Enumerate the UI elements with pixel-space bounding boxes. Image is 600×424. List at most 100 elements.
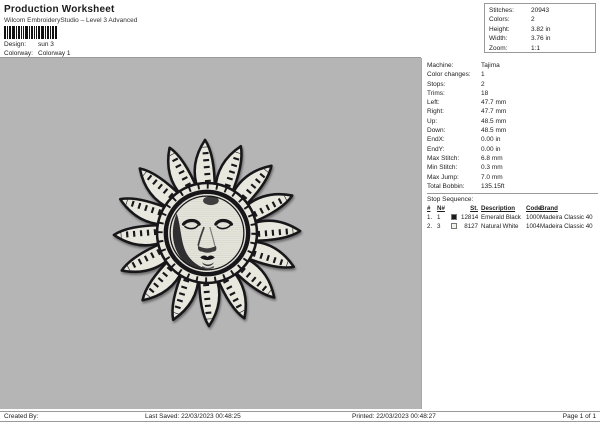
info-value: 1 [481,71,485,79]
summary-value: 1:1 [531,44,541,52]
info-value: 48.5 mm [481,127,507,135]
info-label: Stops: [427,80,446,88]
info-label: Up: [427,117,438,125]
summary-value: 20943 [531,7,550,14]
summary-label: Zoom: [489,44,508,52]
info-value: 0.3 mm [481,164,503,172]
info-label: Trims: [427,89,445,97]
design-label: Design: [4,41,27,48]
info-label: Min Stitch: [427,164,458,172]
summary-row: Height: 3.82 in [489,25,595,34]
needle-num: 3 [437,222,441,230]
table-row: 2. 3 8127 Natural White 1004 Madeira Cla… [427,223,598,232]
table-header-row: # N# St. Description Code Brand [427,205,598,214]
info-row: Up: 48.5 mm [427,117,598,126]
info-value: 2 [481,80,485,88]
stitch-count: 12814 [461,213,479,221]
colorway-value: Colorway 1 [38,50,71,57]
thread-description: Emerald Black [481,213,521,221]
info-label: EndX: [427,136,445,144]
summary-value: 2 [531,16,535,24]
thread-color-swatch [451,223,457,230]
summary-row: Width: 3.76 in [489,34,595,43]
last-saved-text: Last Saved: 22/03/2023 00:48:25 [145,413,241,420]
col-header-needle: N# [437,205,445,213]
summary-label: Height: [489,25,510,33]
design-value: sun 3 [38,41,54,48]
info-value: 48.5 mm [481,117,507,125]
info-label: Max Stitch: [427,154,460,162]
thread-description: Natural White [481,222,519,230]
info-row: Color changes: 1 [427,70,598,79]
info-value: 18 [481,89,489,97]
info-value: 135.15ft [481,182,505,190]
design-name-row: Design: sun 3 [4,41,54,48]
info-label: Down: [427,127,446,135]
col-header-description: Description [481,205,516,213]
summary-label: Width: [489,35,508,43]
summary-row: Stitches: 20943 [489,6,595,15]
printed-text: Printed: 22/03/2023 00:48:27 [352,413,436,420]
summary-value: 3.82 in [531,25,551,33]
info-row: Stops: 2 [427,80,598,89]
needle-num: 1 [437,213,441,221]
info-value: 7.0 mm [481,173,503,181]
summary-label: Stitches: [489,7,514,14]
info-label: Color changes: [427,71,471,79]
info-row: EndY: 0.00 in [427,145,598,154]
info-row: Total Bobbin: 135.15ft [427,182,598,191]
info-value: 6.8 mm [481,154,503,162]
panel-divider [427,193,598,195]
info-value: 0.00 in [481,136,501,144]
info-label: Right: [427,108,444,116]
info-row: Right: 47.7 mm [427,107,598,116]
footer-divider-bottom [0,421,600,422]
info-value: 47.7 mm [481,99,507,107]
footer-divider-top [0,411,600,412]
summary-row: Colors: 2 [489,15,595,24]
thread-color-swatch [451,214,457,221]
stop-num: 1. [427,213,433,221]
col-header-code: Code [526,205,542,213]
thread-code: 1004 [526,222,540,230]
swatch-cell [451,223,461,232]
info-value: 0.00 in [481,145,501,153]
swatch-cell [451,214,461,223]
info-label: Left: [427,99,440,107]
colorway-label: Colorway: [4,50,33,57]
stop-sequence-table: # N# St. Description Code Brand 1. 1 128… [427,205,598,231]
page-title: Production Worksheet [4,4,115,15]
barcode-icon [4,26,57,39]
stop-sequence-title: Stop Sequence: [427,196,474,204]
stop-num: 2. [427,222,433,230]
colorway-row: Colorway: Colorway 1 [4,50,71,57]
thread-code: 1000 [526,213,540,221]
info-row: Max Jump: 7.0 mm [427,173,598,182]
machine-info-panel: Machine: Tajima Color changes: 1 Stops: 2 T… [421,58,600,409]
sun-embroidery-design [109,135,305,331]
info-row: Machine: Tajima [427,61,598,70]
production-worksheet-page: Production Worksheet Wilcom EmbroiderySt… [0,0,600,424]
app-subtitle: Wilcom EmbroideryStudio – Level 3 Advanc… [4,17,138,24]
created-by-label: Created By: [4,413,39,420]
info-row: Left: 47.7 mm [427,98,598,107]
summary-value: 3.76 in [531,35,551,43]
info-row: Trims: 18 [427,89,598,98]
summary-label: Colors: [489,16,510,24]
info-row: EndX: 0.00 in [427,135,598,144]
thread-brand: Madeira Classic 40 [540,213,593,221]
col-header-stitches: St. [470,205,478,213]
table-row: 1. 1 12814 Emerald Black 1000 Madeira Cl… [427,214,598,223]
design-canvas [0,58,421,409]
summary-row: Zoom: 1:1 [489,44,595,53]
page-number: Page 1 of 1 [562,413,596,420]
info-row: Max Stitch: 6.8 mm [427,154,598,163]
info-value: Tajima [481,62,500,69]
info-row: Down: 48.5 mm [427,126,598,135]
thread-brand: Madeira Classic 40 [540,222,593,230]
info-label: Total Bobbin: [427,182,465,190]
col-header-brand: Brand [540,205,558,213]
info-value: 47.7 mm [481,108,507,116]
stitch-count: 8127 [464,222,478,230]
info-row: Min Stitch: 0.3 mm [427,163,598,172]
